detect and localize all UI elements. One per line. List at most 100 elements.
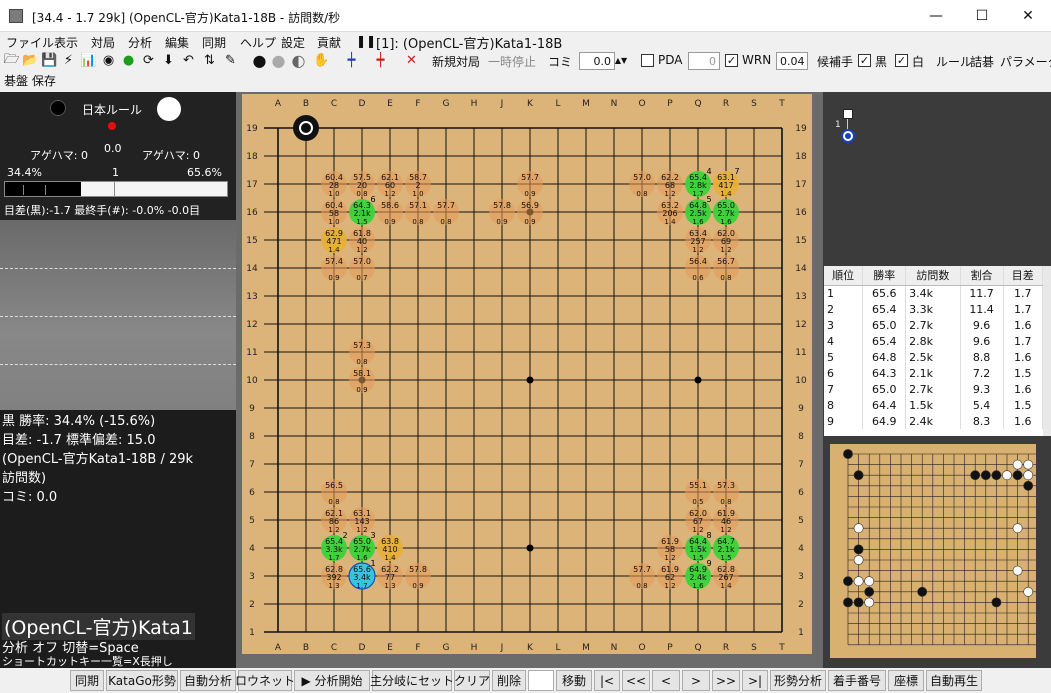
green-dot-icon[interactable]: ● xyxy=(120,52,137,69)
rule-button[interactable]: ルール xyxy=(936,53,972,70)
clear-x-icon[interactable]: ✕ xyxy=(403,52,420,69)
engine-info-panel: 黒 勝率: 34.4% (-15.6%) 目差: -1.7 標準偏差: 15.0… xyxy=(0,410,236,668)
winrate-bar xyxy=(4,181,228,197)
coordinates-button[interactable]: 座標 xyxy=(888,670,924,691)
new-game-button[interactable]: 新規対局 xyxy=(432,53,480,70)
black-stone-icon[interactable]: ● xyxy=(251,51,268,70)
col-visits[interactable]: 訪問数 xyxy=(905,266,961,286)
candidate-rank: 1 xyxy=(370,559,375,568)
lownet-button[interactable]: ロウネット xyxy=(235,670,295,691)
table-row[interactable]: 3 65.0 2.7k 9.6 1.6 xyxy=(824,317,1043,333)
table-row[interactable]: 2 65.4 3.3k 11.4 1.7 xyxy=(824,301,1043,317)
autoplay-button[interactable]: 自動再生 xyxy=(926,670,982,691)
col-lead[interactable]: 目差 xyxy=(1003,266,1043,286)
first-move-button[interactable]: |< xyxy=(594,670,620,691)
minimap-board[interactable] xyxy=(830,444,1036,658)
refresh-icon[interactable]: ⟳ xyxy=(140,52,157,69)
position-analysis-button[interactable]: 形勢分析 xyxy=(770,670,826,691)
pause-icon[interactable]: ❚❚ xyxy=(356,34,376,48)
back-ten-button[interactable]: << xyxy=(622,670,650,691)
menu-view[interactable]: 表示 xyxy=(54,34,78,51)
table-row[interactable]: 6 64.3 2.1k 7.2 1.5 xyxy=(824,365,1043,381)
candidate-lead: 1.2 xyxy=(664,190,675,198)
col-ratio[interactable]: 割合 xyxy=(960,266,1004,286)
row-label: 15 xyxy=(795,236,806,246)
move-number-field[interactable] xyxy=(528,670,554,691)
table-row[interactable]: 1 65.6 3.4k 11.7 1.7 xyxy=(824,285,1043,301)
coord-blue-icon[interactable]: ┿ xyxy=(343,52,360,69)
save-button[interactable]: 保存 xyxy=(32,74,56,88)
maximize-button[interactable]: ☐ xyxy=(959,0,1005,32)
lightning-icon[interactable]: ⚡ xyxy=(60,52,77,69)
hand-icon[interactable]: ✋ xyxy=(313,52,330,69)
row-label: 10 xyxy=(246,376,258,386)
wrn-checkbox[interactable]: ✓ xyxy=(725,54,738,67)
table-row[interactable]: 7 65.0 2.7k 9.3 1.6 xyxy=(824,381,1043,397)
last-move-button[interactable]: >| xyxy=(742,670,768,691)
auto-analysis-button[interactable]: 自動分析 xyxy=(180,670,236,691)
row-label: 17 xyxy=(795,180,806,190)
menu-contribute[interactable]: 貢献 xyxy=(317,34,341,51)
komi-field[interactable]: 0.0 xyxy=(579,52,615,70)
white-stone-icon[interactable]: ● xyxy=(270,51,287,70)
move-number-button[interactable]: 着手番号 xyxy=(828,670,886,691)
menu-file[interactable]: ファイル xyxy=(6,34,54,51)
set-main-branch-button[interactable]: 主分岐にセット xyxy=(370,670,454,691)
tsumego-button[interactable]: 詰碁 xyxy=(970,53,994,70)
stone[interactable] xyxy=(293,115,319,141)
target-icon[interactable]: ◉ xyxy=(100,52,117,69)
minimize-button[interactable]: — xyxy=(913,0,959,32)
menu-analysis[interactable]: 分析 xyxy=(128,34,152,51)
pda-field[interactable]: 0 xyxy=(688,52,720,70)
params-button[interactable]: パラメータ xyxy=(1000,53,1051,70)
go-board[interactable]: AABBCCDDEEFFGGHHJJKKLLMMNNOOPPQQRRSSTT19… xyxy=(242,94,812,654)
sync-button[interactable]: 同期 xyxy=(70,670,104,691)
pencil-icon[interactable]: ✎ xyxy=(222,52,239,69)
alternate-stone-icon[interactable]: ◐ xyxy=(290,51,307,70)
board-button[interactable]: 碁盤 xyxy=(4,74,28,88)
winrate-labels: 34.4% 1 65.6% xyxy=(4,166,228,180)
minimap-stone xyxy=(1012,459,1023,470)
forward-one-button[interactable]: > xyxy=(682,670,710,691)
komi-spinner[interactable]: ▲▼ xyxy=(615,52,627,69)
menu-game[interactable]: 対局 xyxy=(91,34,115,51)
ratio-cell: 9.3 xyxy=(960,381,1004,397)
wrn-field[interactable]: 0.04 xyxy=(776,52,808,70)
delete-button[interactable]: 削除 xyxy=(492,670,526,691)
save-icon[interactable]: 💾 xyxy=(41,52,58,69)
pda-checkbox[interactable] xyxy=(641,54,654,67)
col-winrate[interactable]: 勝率 xyxy=(862,266,907,286)
coord-red-icon[interactable]: ┿ xyxy=(372,52,389,69)
go-to-button[interactable]: 移動 xyxy=(556,670,592,691)
col-label: B xyxy=(303,643,309,653)
menu-settings[interactable]: 設定 xyxy=(281,34,305,51)
table-row[interactable]: 9 64.9 2.4k 8.3 1.6 xyxy=(824,413,1043,429)
menu-edit[interactable]: 編集 xyxy=(165,34,189,51)
lead-cell: 1.5 xyxy=(1003,397,1043,413)
swap-icon[interactable]: ⇅ xyxy=(201,52,218,69)
black-checkbox[interactable]: ✓ xyxy=(858,54,871,67)
col-rank[interactable]: 順位 xyxy=(824,266,864,286)
clear-button[interactable]: クリア xyxy=(454,670,490,691)
graph-line xyxy=(0,268,236,269)
table-scrollbar[interactable] xyxy=(1043,266,1051,436)
katago-estimate-button[interactable]: KataGo形勢 xyxy=(106,670,178,691)
new-icon[interactable]: 🗁 xyxy=(3,52,20,69)
tree-root[interactable] xyxy=(843,109,853,119)
graph-icon[interactable]: 📊 xyxy=(80,52,97,69)
back-one-button[interactable]: < xyxy=(652,670,680,691)
back-arrow-icon[interactable]: ↶ xyxy=(180,52,197,69)
white-checkbox[interactable]: ✓ xyxy=(895,54,908,67)
table-row[interactable]: 8 64.4 1.5k 5.4 1.5 xyxy=(824,397,1043,413)
open-icon[interactable]: 📂 xyxy=(22,52,39,69)
down-arrow-icon[interactable]: ⬇ xyxy=(160,52,177,69)
start-analysis-button[interactable]: ▶ 分析開始 xyxy=(294,670,370,691)
close-button[interactable]: ✕ xyxy=(1005,0,1051,32)
minimap-stone xyxy=(991,470,1002,481)
table-row[interactable]: 5 64.8 2.5k 8.8 1.6 xyxy=(824,349,1043,365)
menu-help[interactable]: ヘルプ xyxy=(240,34,276,51)
menu-sync[interactable]: 同期 xyxy=(202,34,226,51)
pause-button[interactable]: 一時停止 xyxy=(488,53,536,70)
forward-ten-button[interactable]: >> xyxy=(712,670,740,691)
table-row[interactable]: 4 65.4 2.8k 9.6 1.7 xyxy=(824,333,1043,349)
